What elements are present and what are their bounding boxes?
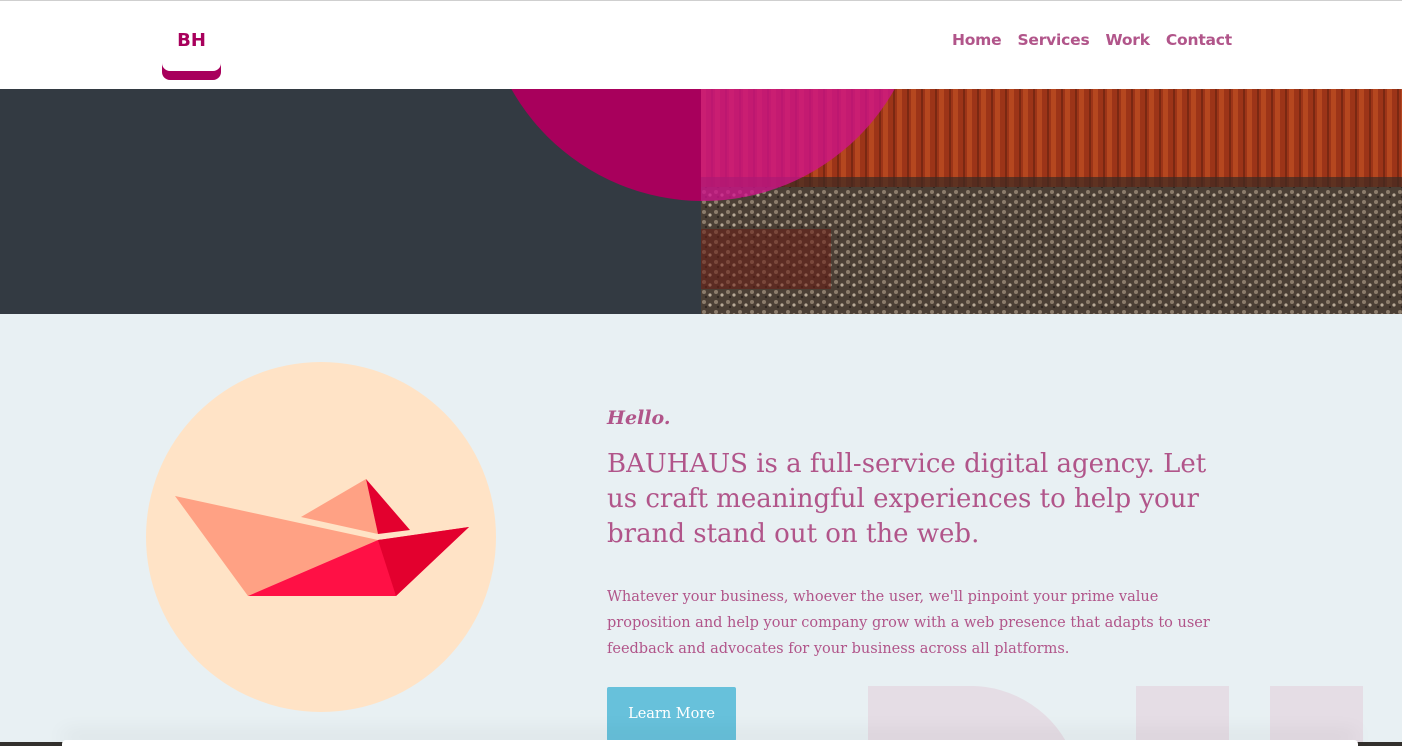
logo-text: BH <box>177 30 206 51</box>
nav-work-link[interactable]: Work <box>1106 31 1151 49</box>
nav-services-link[interactable]: Services <box>1017 31 1089 49</box>
intro-greeting: Hello. <box>607 407 671 429</box>
main-nav: Home Services Work Contact <box>952 31 1232 49</box>
background-watermark <box>868 686 1363 746</box>
hero-banner <box>0 89 1402 314</box>
brand-logo[interactable]: BH <box>162 1 221 80</box>
learn-more-button[interactable]: Learn More <box>607 687 736 741</box>
bottom-panel-edge <box>62 740 1358 746</box>
paper-boat-illustration <box>146 362 496 712</box>
hero-magenta-circle <box>511 89 895 201</box>
intro-headline: BAUHAUS is a full-service digital agency… <box>607 449 1207 549</box>
site-header: BH Home Services Work Contact <box>0 0 1402 89</box>
intro-section: Hello. BAUHAUS is a full-service digital… <box>0 314 1402 746</box>
nav-contact-link[interactable]: Contact <box>1166 31 1232 49</box>
intro-body: Whatever your business, whoever the user… <box>607 589 1210 657</box>
nav-home-link[interactable]: Home <box>952 31 1002 49</box>
